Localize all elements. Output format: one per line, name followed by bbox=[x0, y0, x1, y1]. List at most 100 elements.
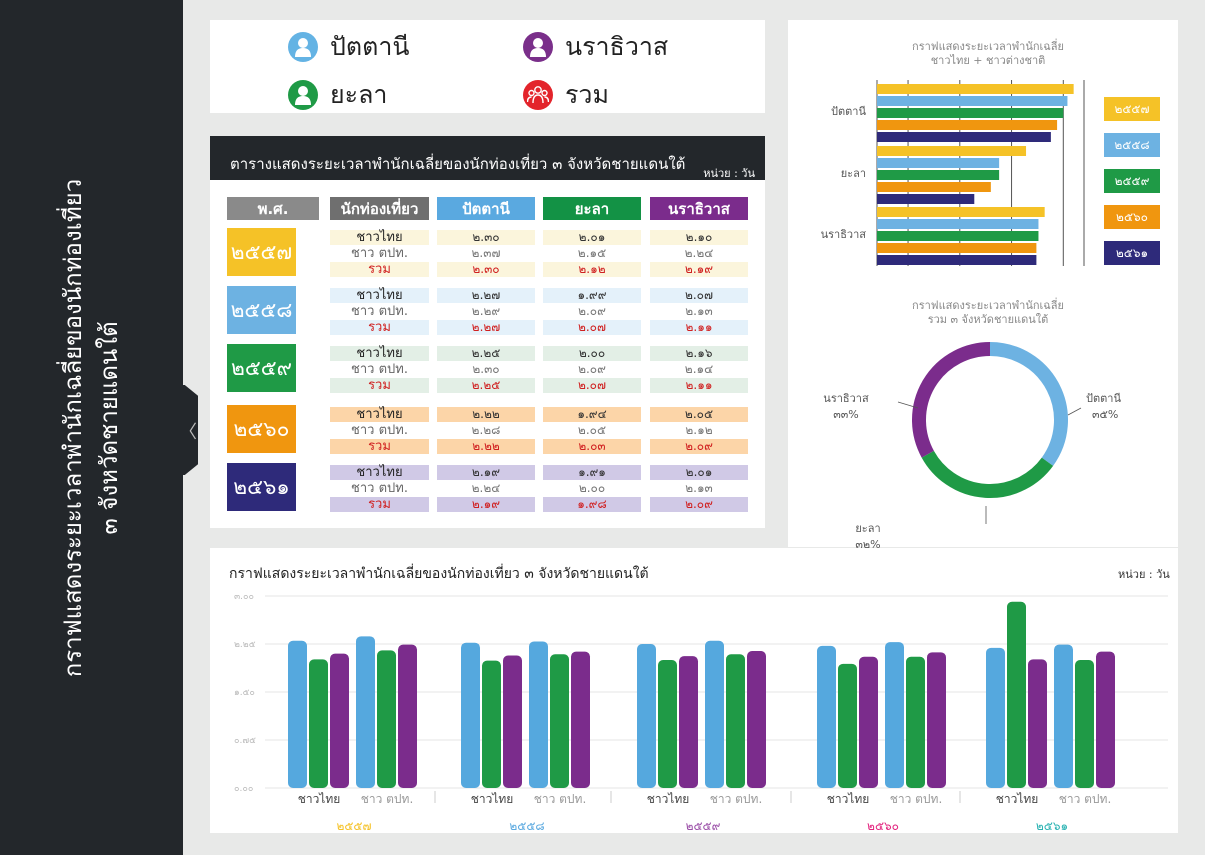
table-cell: ๑.๙๑ bbox=[543, 465, 641, 480]
bar bbox=[1075, 660, 1094, 788]
grouped-bar-chart: ๐.๐๐ ๐.๗๕ ๑.๕๐ ๒.๒๕ ๓.๐๐ชาวไทย ชาว ตปท. ๒๕๕๗ ชา… bbox=[234, 592, 1168, 833]
legend-item-narathiwat: นราธิวาส bbox=[523, 27, 668, 67]
legend-label: ๒๕๕๘ bbox=[1114, 138, 1149, 152]
bar bbox=[726, 654, 745, 788]
bar bbox=[877, 219, 1039, 229]
table-row-label: ชาว ตปท. bbox=[351, 246, 408, 261]
table-row-label: ชาวไทย bbox=[330, 465, 429, 480]
table-cell: ๑.๙๙ bbox=[543, 288, 641, 303]
bar bbox=[571, 651, 590, 788]
bar bbox=[550, 654, 569, 788]
table-cell: ๒.๑๙ bbox=[650, 262, 748, 277]
bar bbox=[877, 231, 1039, 241]
table-cell: ๒.๐๙ bbox=[578, 362, 606, 376]
table-column-header: นราธิวาส bbox=[650, 197, 748, 220]
bar bbox=[838, 663, 857, 788]
table-cell: ๒.๐๕ bbox=[577, 423, 607, 437]
bar bbox=[330, 653, 349, 788]
bar bbox=[637, 644, 656, 788]
table-cell: ๒.๐๐ bbox=[578, 481, 606, 495]
x-group-label: ๒๕๖๐ bbox=[867, 819, 899, 833]
slice-leader bbox=[1067, 407, 1082, 416]
x-subgroup-label: ชาว ตปท. bbox=[710, 792, 763, 806]
chevron-left-icon: 〈 bbox=[179, 422, 197, 443]
table-cell: ๒.๒๗ bbox=[437, 288, 535, 303]
x-subgroup-label: ชาวไทย bbox=[996, 792, 1039, 806]
table-cell: ๒.๐๗ bbox=[543, 378, 641, 393]
table-cell: ๒.๒๘ bbox=[471, 423, 501, 437]
legend-panel: ปัตตานี นราธิวาส ยะลา รวม bbox=[210, 20, 765, 113]
table-cell: ๒.๒๔ bbox=[684, 246, 714, 260]
table-row-label: รวม bbox=[330, 439, 429, 454]
bar bbox=[927, 652, 946, 788]
x-subgroup-label: ชาวไทย bbox=[827, 792, 870, 806]
collapse-sidebar-button[interactable]: 〈 bbox=[176, 385, 198, 475]
legend-item-pattani: ปัตตานี bbox=[288, 27, 409, 67]
bar bbox=[877, 194, 975, 204]
legend-label: ๒๕๕๙ bbox=[1115, 174, 1150, 188]
table-cell: ๒.๒๔ bbox=[471, 481, 501, 495]
table-cell: ๒.๐๑ bbox=[650, 465, 748, 480]
right-charts-panel: กราฟแสดงระยะเวลาพำนักเฉลี่ย ชาวไทย + ชาว… bbox=[788, 20, 1178, 550]
bar bbox=[877, 84, 1074, 94]
table-row-label: ชาว ตปท. bbox=[351, 304, 408, 319]
x-subgroup-label: ชาวไทย bbox=[471, 792, 514, 806]
legend-label: ๒๕๕๗ bbox=[1114, 102, 1149, 116]
slice-percent: ๓๕% bbox=[1092, 408, 1118, 421]
y-tick-label: ๒.๒๕ bbox=[234, 640, 256, 650]
table-cell: ๒.๑๑ bbox=[650, 378, 748, 393]
bottom-chart-panel: กราฟแสดงระยะเวลาพำนักเฉลี่ยของนักท่องเที… bbox=[210, 548, 1178, 833]
table-cell: ๒.๓๐ bbox=[472, 362, 500, 376]
bar bbox=[705, 640, 724, 788]
slice-label: ปัตตานี bbox=[1086, 392, 1121, 405]
slice-label: ยะลา bbox=[855, 522, 880, 535]
table-row-label: ชาวไทย bbox=[330, 230, 429, 245]
x-group-label: ๒๕๕๗ bbox=[336, 819, 371, 833]
bar bbox=[658, 660, 677, 788]
bar bbox=[482, 660, 501, 788]
bar bbox=[877, 132, 1051, 142]
table-cell: ๒.๑๒ bbox=[685, 423, 713, 437]
table-cell: ๒.๒๙ bbox=[471, 304, 501, 318]
data-table-panel: ตารางแสดงระยะเวลาพำนักเฉลี่ยของนักท่องเท… bbox=[210, 136, 765, 528]
y-tick-label: ๓.๐๐ bbox=[234, 592, 254, 602]
table-cell: ๑.๙๔ bbox=[543, 407, 641, 422]
table-cell: ๒.๑๙ bbox=[437, 497, 535, 512]
bar bbox=[877, 243, 1037, 253]
table-column-header: นักท่องเที่ยว bbox=[330, 197, 429, 220]
bar bbox=[877, 108, 1064, 118]
person-icon bbox=[523, 32, 553, 62]
table-cell: ๒.๐๐ bbox=[543, 346, 641, 361]
table-cell: ๒.๐๕ bbox=[650, 407, 748, 422]
x-group-label: ๒๕๖๑ bbox=[1036, 819, 1068, 833]
bar bbox=[885, 642, 904, 788]
table-cell: ๒.๑๓ bbox=[685, 481, 713, 495]
y-tick-label: ๑.๕๐ bbox=[234, 688, 255, 698]
table-cell: ๒.๒๗ bbox=[437, 320, 535, 335]
table-header-bar: ตารางแสดงระยะเวลาพำนักเฉลี่ยของนักท่องเท… bbox=[210, 136, 765, 180]
slice-percent: ๓๓% bbox=[833, 408, 859, 421]
slice-label: นราธิวาส bbox=[823, 392, 869, 405]
table-row-label: ชาวไทย bbox=[330, 346, 429, 361]
bar bbox=[877, 96, 1068, 106]
bar bbox=[398, 644, 417, 788]
y-tick-label: ๐.๐๐ bbox=[234, 784, 253, 794]
y-tick-label: ๐.๗๕ bbox=[234, 736, 256, 746]
table-cell: ๒.๐๙ bbox=[650, 497, 748, 512]
table-cell: ๒.๑๙ bbox=[437, 465, 535, 480]
legend-label: ๒๕๖๐ bbox=[1116, 210, 1148, 224]
sidebar: กราฟแสดงระยะเวลาพำนักเฉลี่ยของนักท่องเที… bbox=[0, 0, 183, 855]
table-cell: ๒.๐๗ bbox=[543, 320, 641, 335]
table-column-header: พ.ศ. bbox=[227, 197, 319, 220]
table-cell: ๒.๑๑ bbox=[650, 320, 748, 335]
table-cell: ๒.๐๑ bbox=[543, 230, 641, 245]
table-row-label: ชาว ตปท. bbox=[351, 481, 408, 496]
bar bbox=[877, 182, 991, 192]
horizontal-bar-chart: ปัตตานียะลานราธิวาส ๒๕๕๗๒๕๕๘๒๕๕๙๒๕๖๐๒๕๖๑ bbox=[821, 80, 1160, 266]
bar bbox=[377, 650, 396, 788]
table-cell: ๒.๒๒ bbox=[437, 439, 535, 454]
legend-label: ยะลา bbox=[330, 80, 388, 109]
category-label: ยะลา bbox=[841, 167, 866, 180]
table-title: ตารางแสดงระยะเวลาพำนักเฉลี่ยของนักท่องเท… bbox=[230, 155, 686, 173]
bar bbox=[877, 207, 1045, 217]
